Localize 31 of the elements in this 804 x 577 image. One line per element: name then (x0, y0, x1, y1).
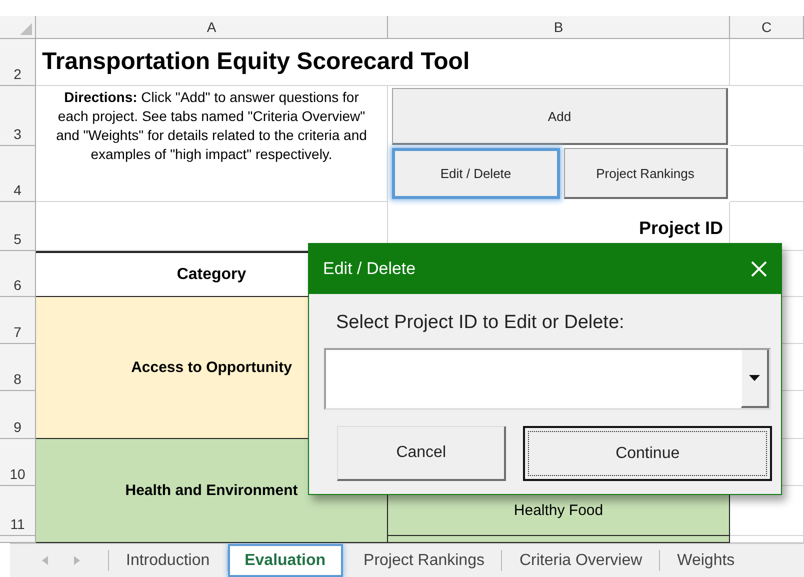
row-header[interactable]: 3 (0, 86, 36, 146)
row-header[interactable]: 9 (0, 391, 36, 439)
dropdown-button[interactable] (741, 350, 769, 408)
caret-icon (749, 375, 760, 381)
sheet-title: Transportation Equity Scorecard Tool (36, 39, 730, 86)
sheet-button[interactable]: Edit / Delete (392, 148, 560, 199)
row-header[interactable]: 11 (0, 486, 36, 536)
row-header[interactable]: 5 (0, 202, 36, 251)
row-header[interactable]: 10 (0, 439, 36, 486)
next-sheet-icon[interactable] (74, 556, 80, 565)
sheet-tab[interactable]: Weights (660, 550, 752, 571)
close-icon[interactable] (751, 261, 767, 277)
column-header[interactable]: C (730, 16, 804, 39)
row-header[interactable]: 8 (0, 344, 36, 391)
sheet-button[interactable]: Project Rankings (564, 148, 728, 199)
column-header[interactable]: A (36, 16, 388, 39)
row-header[interactable]: 6 (0, 251, 36, 297)
dialog-button[interactable]: Continue (523, 426, 772, 481)
row-header[interactable]: 2 (0, 39, 36, 86)
select-all-icon[interactable] (20, 23, 32, 35)
sheet-tab[interactable]: Criteria Overview (502, 550, 660, 571)
sheet-button[interactable]: Add (392, 88, 728, 145)
directions-text: Directions: Click "Add" to answer questions for each project. See tabs named "Criteria Overview" and "Weights" for details related to the criteria and examples of "high impact" respectively. (36, 86, 388, 202)
previous-sheet-icon[interactable] (42, 556, 48, 565)
row-header[interactable]: 4 (0, 146, 36, 202)
column-header[interactable]: B (388, 16, 730, 39)
row-header[interactable]: 7 (0, 297, 36, 344)
dropdown-field[interactable] (324, 348, 771, 410)
dialog-button[interactable]: Cancel (337, 426, 506, 481)
sheet-tab[interactable]: Evaluation (228, 544, 343, 577)
sheet-tab[interactable]: Project Rankings (346, 550, 502, 571)
